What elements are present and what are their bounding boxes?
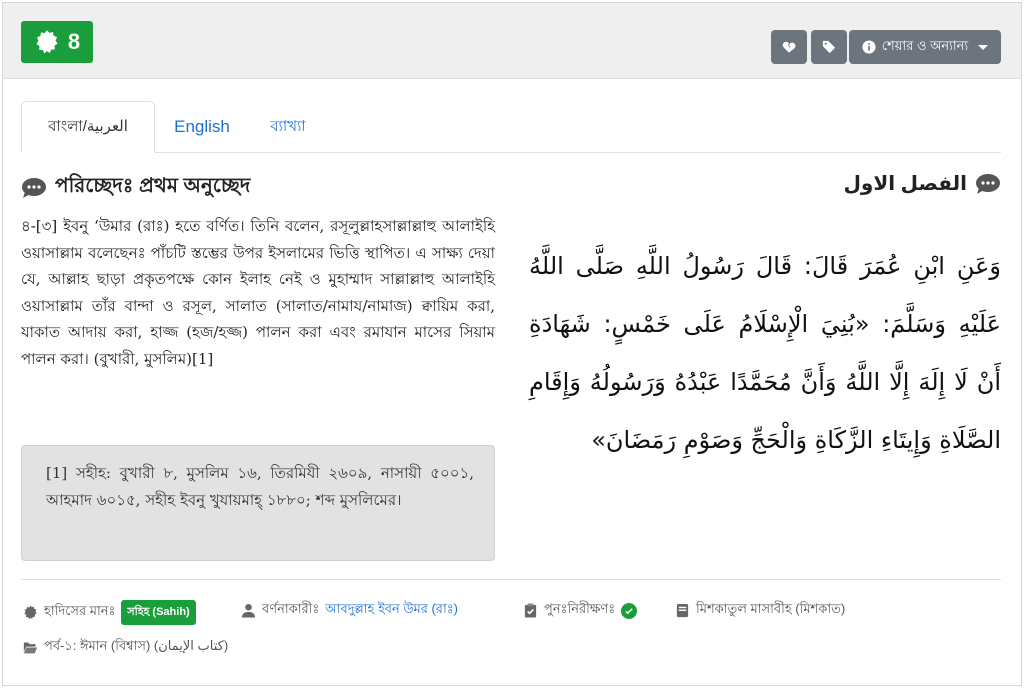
seal-icon — [24, 605, 37, 620]
broken-heart-icon — [782, 41, 796, 53]
tab-bangla-arabic[interactable]: বাংলা/العربية — [21, 101, 155, 153]
grade-badge: সহিহ (Sahih) — [121, 600, 196, 625]
divider — [21, 579, 1001, 580]
chevron-down-icon — [978, 44, 989, 50]
review-label: পুনঃনিরীক্ষণঃ — [544, 601, 616, 616]
hadith-number-badge[interactable]: 8 — [21, 21, 93, 63]
share-dropdown-button[interactable]: শেয়ার ও অন্যান্য — [849, 30, 1001, 64]
arabic-hadith-text: وَعَنِ ابْنِ عُمَرَ قَالَ: قَالَ رَسُولُ… — [529, 252, 1001, 454]
grade-label: হাদিসের মানঃ — [44, 603, 116, 618]
language-tabs: বাংলা/العربية English ব্যাখ্যা — [21, 101, 1001, 153]
clipboard-check-icon — [524, 603, 537, 618]
tab-label: বাংলা/العربية — [48, 117, 128, 135]
review-status: পুনঃনিরীক্ষণঃ — [523, 600, 638, 621]
user-icon — [241, 603, 256, 618]
section-title-text: পরিচ্ছেদঃ প্রথম অনুচ্ছেদ — [55, 175, 251, 197]
narrator: বর্ণনাকারীঃ আবদুল্লাহ ইবন উমর (রাঃ) — [241, 600, 458, 621]
comment-icon — [22, 177, 46, 198]
report-button[interactable] — [771, 30, 807, 64]
tab-explanation[interactable]: ব্যাখ্যা — [249, 101, 327, 153]
arabic-section-title: الفصل الاول — [844, 171, 1001, 196]
card-header: 8 শেয়ার ও অন্যান্য — [3, 3, 1021, 79]
book-name[interactable]: মিশকাতুল মাসাবীহ (মিশকাত) — [696, 600, 845, 621]
chapter-name[interactable]: পর্ব-১: ঈমান (বিশ্বাস) (كتاب الإيمان) — [44, 637, 228, 658]
tag-icon — [822, 40, 836, 54]
footnote-text: [1] সহীহ: বুখারী ৮, মুসলিম ১৬, তিরমিযী ২… — [46, 464, 474, 509]
chapter-info: পর্ব-১: ঈমান (বিশ্বাস) (كتاب الإيمان) — [23, 637, 228, 658]
section-title-text: الفصل الاول — [843, 173, 967, 195]
folder-open-icon — [23, 642, 38, 654]
info-circle-icon — [862, 40, 876, 54]
hadith-card: 8 শেয়ার ও অন্যান্য বাংলা/العربية Englis… — [2, 2, 1022, 686]
narrator-label: বর্ণনাকারীঃ — [262, 601, 320, 616]
hadith-grade: হাদিসের মানঃ সহিহ (Sahih) — [23, 600, 196, 625]
tab-label: English — [174, 117, 230, 136]
comment-icon — [976, 173, 1000, 194]
tab-english[interactable]: English — [157, 101, 247, 153]
tab-label: ব্যাখ্যা — [270, 117, 306, 135]
bangla-section-title: পরিচ্ছেদঃ প্রথম অনুচ্ছেদ — [21, 171, 250, 204]
seal-icon — [36, 30, 58, 54]
book-icon — [676, 603, 689, 618]
narrator-link[interactable]: আবদুল্লাহ ইবন উমর (রাঃ) — [325, 600, 458, 621]
share-label: শেয়ার ও অন্যান্য — [881, 37, 969, 53]
bangla-hadith-text: ৪-[৩] ইবনু ‘উমার (রাঃ) হতে বর্ণিত। তিনি … — [21, 217, 495, 368]
book-info: মিশকাতুল মাসাবীহ (মিশকাত) — [675, 600, 845, 621]
check-circle-icon — [621, 602, 638, 619]
footnote-box: [1] সহীহ: বুখারী ৮, মুসলিম ১৬, তিরমিযী ২… — [21, 445, 495, 561]
hadith-number: 8 — [67, 29, 81, 54]
tag-button[interactable] — [811, 30, 847, 64]
